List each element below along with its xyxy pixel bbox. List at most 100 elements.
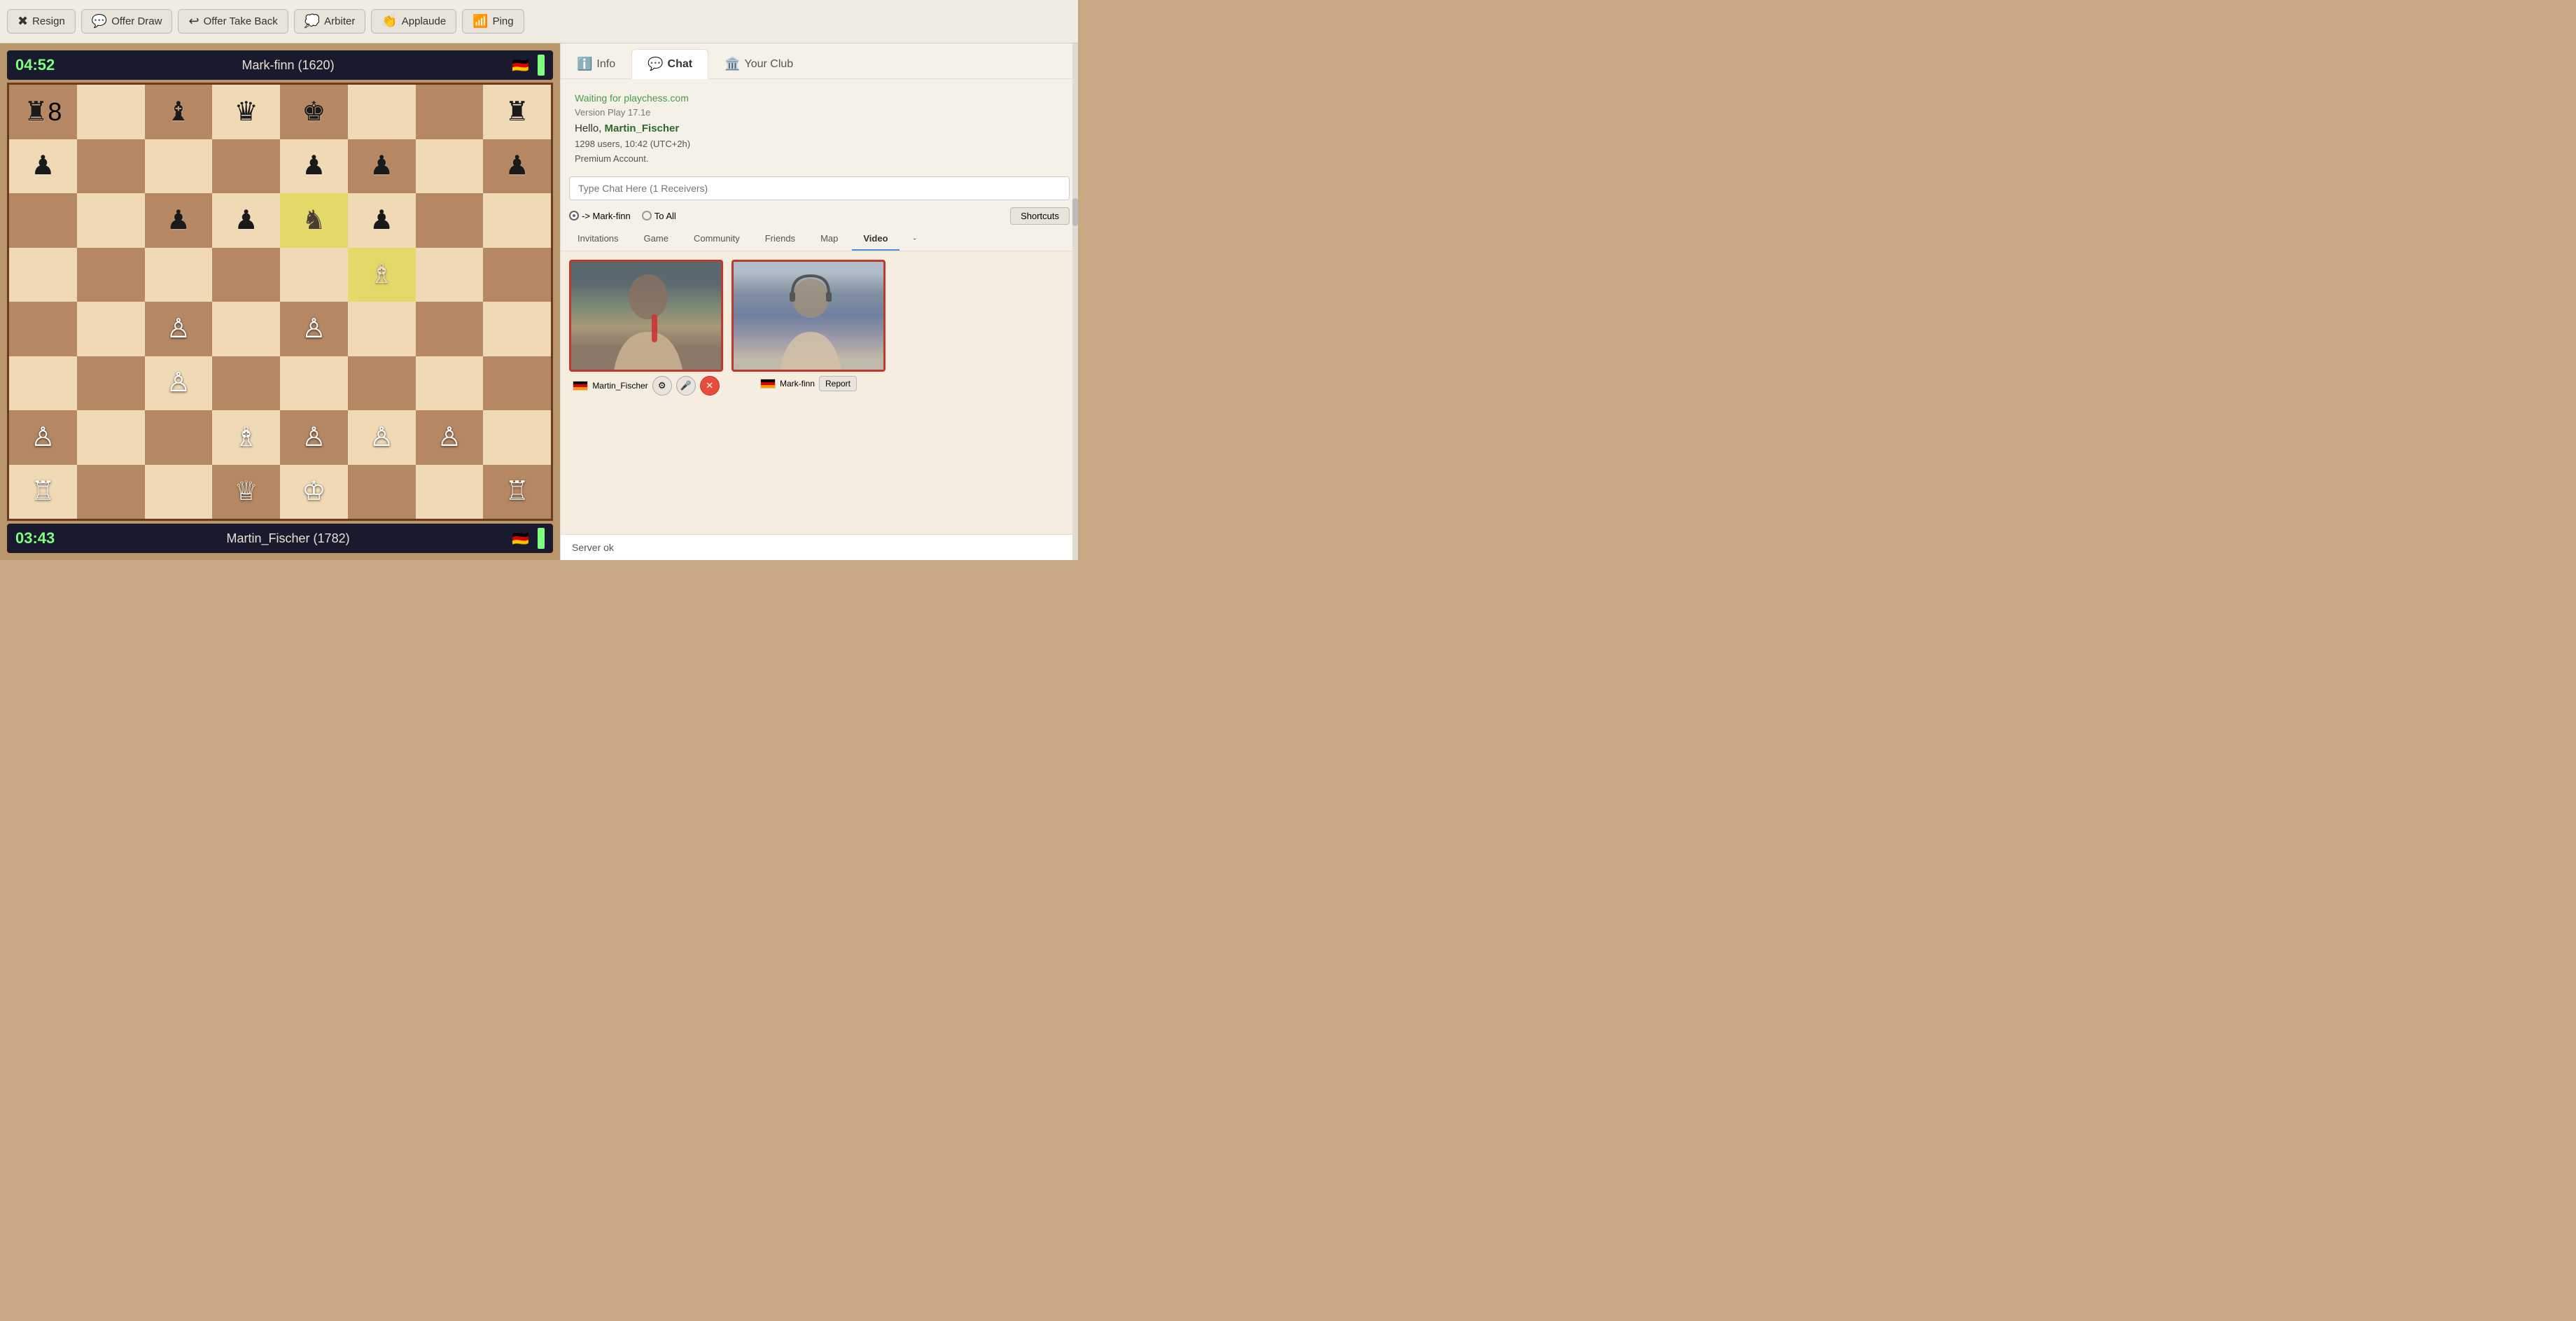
square-g6[interactable] [416, 193, 484, 248]
square-b4[interactable] [77, 302, 145, 356]
bottom-player-bar: 03:43 Martin_Fischer (1782) 🇩🇪 [7, 524, 553, 553]
square-f2[interactable]: ♙ [348, 410, 416, 465]
square-f1[interactable] [348, 465, 416, 519]
square-h6[interactable] [483, 193, 551, 248]
chess-board[interactable]: ♜8 ♝ ♛ ♚ ♜ ♟ ♟ ♟ ♟ ♟ [7, 83, 553, 521]
square-b2[interactable] [77, 410, 145, 465]
square-a7[interactable]: ♟ [9, 139, 77, 194]
bottom-player-time-indicator [538, 528, 545, 549]
square-b6[interactable] [77, 193, 145, 248]
square-a5[interactable] [9, 248, 77, 302]
square-b7[interactable] [77, 139, 145, 194]
square-c1[interactable] [145, 465, 213, 519]
square-e2[interactable]: ♙ [280, 410, 348, 465]
square-e7[interactable]: ♟ [280, 139, 348, 194]
panel-tabs: ℹ️ Info 💬 Chat 🏛️ Your Club [561, 43, 1078, 79]
arbiter-button[interactable]: 💭 Arbiter [294, 9, 366, 34]
applaud-button[interactable]: 👏 Applaude [371, 9, 456, 34]
square-h4[interactable] [483, 302, 551, 356]
piece-e6: ♞ [302, 207, 326, 234]
resign-button[interactable]: ✖ Resign [7, 9, 76, 34]
square-h5[interactable] [483, 248, 551, 302]
square-d4[interactable] [212, 302, 280, 356]
square-g7[interactable] [416, 139, 484, 194]
square-c8[interactable]: ♝ [145, 85, 213, 139]
sub-tab-video[interactable]: Video [852, 228, 899, 251]
radio-to-player[interactable]: -> Mark-finn [569, 211, 631, 221]
radio-all-label: To All [654, 211, 676, 221]
tab-chat[interactable]: 💬 Chat [631, 49, 708, 79]
square-d1[interactable]: ♕ [212, 465, 280, 519]
sub-tab-map[interactable]: Map [809, 228, 849, 251]
offer-takeback-button[interactable]: ↩ Offer Take Back [178, 9, 288, 34]
square-e3[interactable] [280, 356, 348, 411]
square-c2[interactable] [145, 410, 213, 465]
square-d3[interactable] [212, 356, 280, 411]
square-h1[interactable]: ♖ [483, 465, 551, 519]
scroll-track[interactable] [1072, 43, 1078, 560]
square-a1[interactable]: ♖ [9, 465, 77, 519]
square-h2[interactable] [483, 410, 551, 465]
square-e4[interactable]: ♙ [280, 302, 348, 356]
square-d6[interactable]: ♟ [212, 193, 280, 248]
camera-btn[interactable]: ⚙ [652, 376, 672, 396]
square-h7[interactable]: ♟ [483, 139, 551, 194]
chat-input[interactable] [569, 176, 1070, 200]
tab-yourclub[interactable]: 🏛️ Your Club [708, 49, 809, 79]
offer-draw-button[interactable]: 💬 Offer Draw [81, 9, 173, 34]
sub-tab-game[interactable]: Game [633, 228, 680, 251]
applaud-icon: 👏 [382, 14, 397, 29]
square-g2[interactable]: ♙ [416, 410, 484, 465]
square-e5[interactable] [280, 248, 348, 302]
square-h3[interactable] [483, 356, 551, 411]
square-g5[interactable] [416, 248, 484, 302]
square-c5[interactable] [145, 248, 213, 302]
shortcuts-button[interactable]: Shortcuts [1010, 207, 1070, 225]
sub-tab-community[interactable]: Community [682, 228, 751, 251]
square-c6[interactable]: ♟ [145, 193, 213, 248]
square-a2[interactable]: ♙ [9, 410, 77, 465]
square-b3[interactable] [77, 356, 145, 411]
square-f7[interactable]: ♟ [348, 139, 416, 194]
offer-draw-label: Offer Draw [111, 15, 162, 27]
square-b8[interactable] [77, 85, 145, 139]
mic-btn[interactable]: 🎤 [676, 376, 696, 396]
report-button[interactable]: Report [819, 376, 857, 391]
square-b5[interactable] [77, 248, 145, 302]
chat-tab-icon: 💬 [648, 57, 663, 71]
square-d2[interactable]: ♗ [212, 410, 280, 465]
square-d8[interactable]: ♛ [212, 85, 280, 139]
piece-f5: ♗ [370, 261, 393, 288]
square-a3[interactable] [9, 356, 77, 411]
square-g4[interactable] [416, 302, 484, 356]
square-e6[interactable]: ♞ [280, 193, 348, 248]
square-a6[interactable] [9, 193, 77, 248]
square-f5[interactable]: ♗ [348, 248, 416, 302]
square-d5[interactable] [212, 248, 280, 302]
square-c7[interactable] [145, 139, 213, 194]
square-b1[interactable] [77, 465, 145, 519]
square-a4[interactable] [9, 302, 77, 356]
square-d7[interactable] [212, 139, 280, 194]
square-g1[interactable] [416, 465, 484, 519]
square-g3[interactable] [416, 356, 484, 411]
square-f6[interactable]: ♟ [348, 193, 416, 248]
scroll-thumb[interactable] [1072, 198, 1078, 226]
square-f3[interactable] [348, 356, 416, 411]
end-video-btn[interactable]: ✕ [700, 376, 720, 396]
square-e8[interactable]: ♚ [280, 85, 348, 139]
sub-tab-invitations[interactable]: Invitations [566, 228, 630, 251]
square-c4[interactable]: ♙ [145, 302, 213, 356]
sub-tab-more[interactable]: - [902, 228, 927, 251]
square-e1[interactable]: ♔ [280, 465, 348, 519]
sub-tab-friends[interactable]: Friends [754, 228, 806, 251]
square-f8[interactable] [348, 85, 416, 139]
tab-info[interactable]: ℹ️ Info [561, 49, 631, 79]
square-g8[interactable] [416, 85, 484, 139]
radio-to-all[interactable]: To All [642, 211, 676, 221]
square-f4[interactable] [348, 302, 416, 356]
square-a8[interactable]: ♜8 [9, 85, 77, 139]
square-c3[interactable]: ♙ [145, 356, 213, 411]
square-h8[interactable]: ♜ [483, 85, 551, 139]
ping-button[interactable]: 📶 Ping [462, 9, 524, 34]
